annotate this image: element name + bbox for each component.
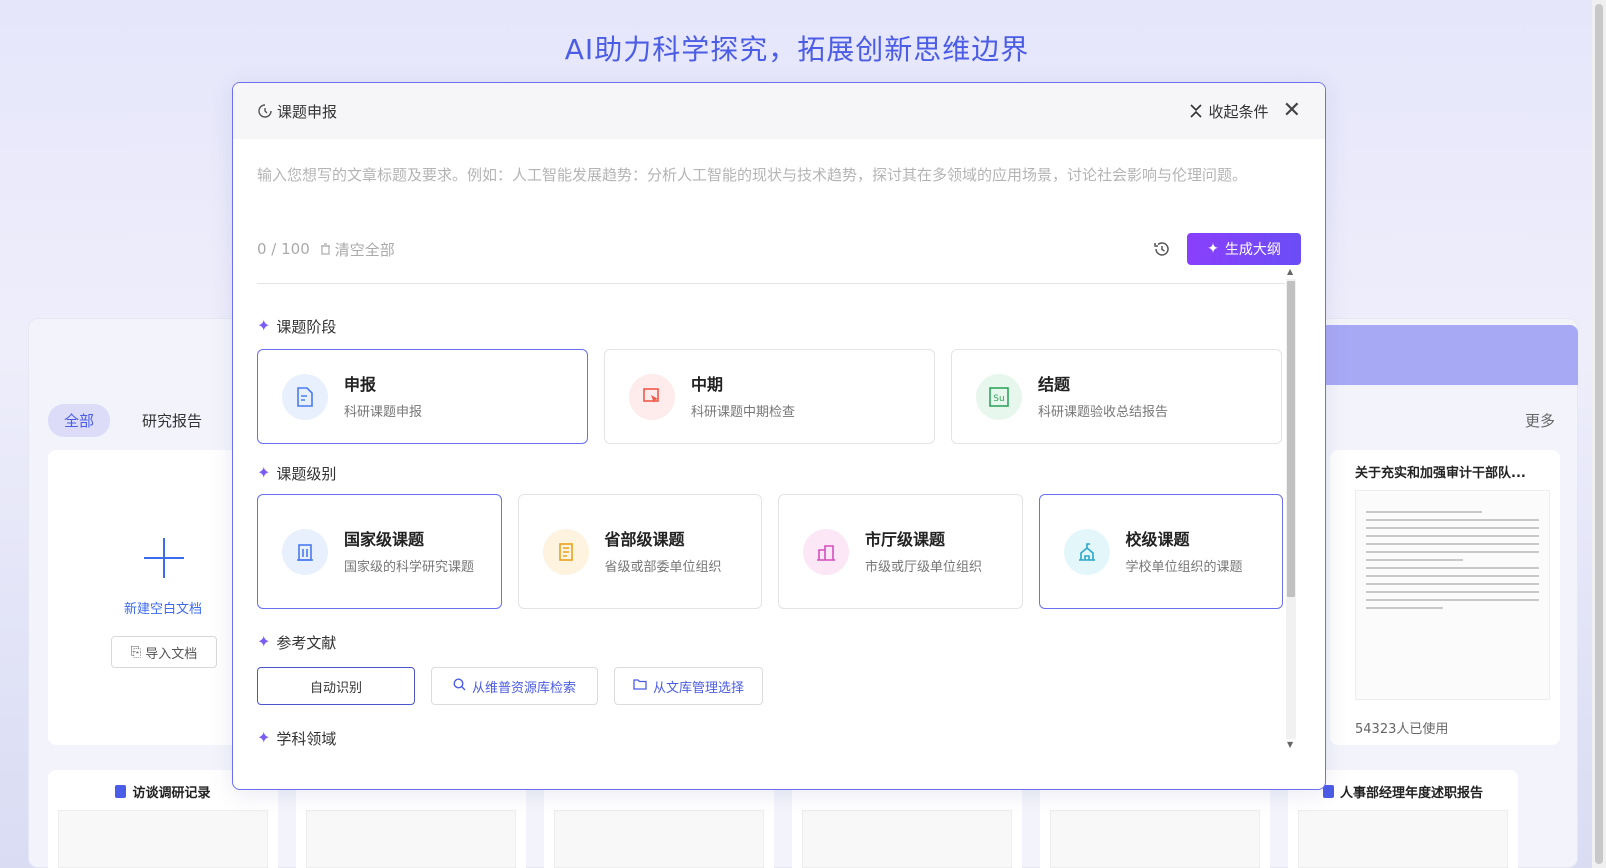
folder-icon	[633, 678, 647, 694]
stage-desc: 科研课题中期检查	[691, 404, 796, 420]
scroll-up-icon[interactable]: ▲	[1287, 267, 1293, 276]
ref-options: 自动识别 从维普资源库检索 从文库管理选择	[257, 667, 1283, 705]
level-option-municipal[interactable]: 市厅级课题 市级或厅级单位组织	[778, 494, 1023, 609]
import-icon: ⎘	[130, 644, 142, 660]
modal-title: 课题申报	[277, 102, 338, 121]
stage-option-conclusion[interactable]: Su 结题 科研课题验收总结报告	[951, 349, 1282, 444]
sparkle-icon: ✦	[257, 728, 271, 747]
ref-vip-search-button[interactable]: 从维普资源库检索	[431, 667, 598, 705]
level-name: 国家级课题	[344, 529, 425, 549]
section-stage: ✦ 课题阶段	[257, 315, 1283, 337]
prompt-placeholder: 输入您想写的文章标题及要求。例如：人工智能发展趋势：分析人工智能的现状与技术趋势…	[257, 166, 1248, 184]
level-desc: 国家级的科学研究课题	[344, 559, 475, 575]
collapse-icon	[1189, 104, 1202, 118]
section-level-title: 课题级别	[276, 464, 337, 483]
clear-all-button[interactable]: 清空全部	[320, 239, 395, 260]
generate-outline-button[interactable]: ✦ 生成大纲	[1187, 233, 1301, 265]
stage-options: 申报 科研课题申报 中期 科研课题中期检查 Su 结题 科研课题验收总结报告	[257, 349, 1283, 444]
stage-name: 中期	[691, 374, 724, 394]
stage-desc: 科研课题申报	[344, 404, 423, 420]
template-thumbnail	[802, 810, 1012, 868]
import-label: 导入文档	[145, 646, 198, 662]
section-field-title: 学科领域	[276, 729, 337, 748]
ref-label: 从文库管理选择	[652, 680, 744, 696]
level-option-provincial[interactable]: 省部级课题 省级或部委单位组织	[517, 494, 762, 609]
level-name: 市厅级课题	[865, 529, 946, 549]
svg-text:Su: Su	[993, 394, 1004, 404]
template-thumbnail	[554, 810, 764, 868]
generate-label: 生成大纲	[1224, 242, 1281, 258]
section-stage-title: 课题阶段	[276, 317, 337, 336]
more-link[interactable]: 更多	[1525, 410, 1555, 431]
file-icon	[282, 373, 328, 420]
template-thumbnail	[1355, 490, 1550, 700]
level-options: 国家级课题 国家级的科学研究课题 省部级课题 省级或部委单位组织 市厅级课题 市…	[257, 494, 1283, 609]
section-refs-title: 参考文献	[276, 633, 337, 652]
level-name: 省部级课题	[604, 529, 685, 549]
template-thumbnail	[1050, 810, 1260, 868]
level-desc: 市级或厅级单位组织	[865, 559, 983, 575]
template-thumbnail	[58, 810, 268, 868]
modal-header: 课题申报 收起条件 ✕	[233, 83, 1325, 139]
divider	[257, 283, 1285, 284]
level-option-national[interactable]: 国家级课题 国家级的科学研究课题	[257, 494, 502, 609]
page-scrollbar[interactable]	[1592, 0, 1606, 868]
scroll-down-icon[interactable]: ▼	[1287, 740, 1293, 749]
building-icon	[282, 528, 328, 575]
template-title: 关于充实和加强审计干部队...	[1355, 466, 1526, 481]
ref-auto-detect-button[interactable]: 自动识别	[257, 667, 415, 705]
ref-label: 从维普资源库检索	[471, 680, 576, 696]
history-icon[interactable]	[1153, 240, 1171, 258]
section-refs: ✦ 参考文献	[257, 631, 1283, 653]
topic-application-modal: 课题申报 收起条件 ✕ 输入您想写的文章标题及要求。例如：人工智能发展趋势：分析…	[232, 82, 1326, 790]
level-desc: 省级或部委单位组织	[604, 559, 722, 575]
prompt-textarea[interactable]: 输入您想写的文章标题及要求。例如：人工智能发展趋势：分析人工智能的现状与技术趋势…	[233, 139, 1325, 283]
collapse-conditions-button[interactable]: 收起条件	[1189, 101, 1269, 122]
stage-name: 结题	[1038, 374, 1071, 394]
ref-label: 自动识别	[309, 680, 362, 696]
char-counter: 0 / 100	[257, 240, 310, 258]
doc-icon	[115, 785, 127, 798]
level-option-school[interactable]: 校级课题 学校单位组织的课题	[1038, 494, 1283, 609]
stage-option-midterm[interactable]: 中期 科研课题中期检查	[604, 349, 935, 444]
su-icon: Su	[976, 373, 1022, 420]
stage-desc: 科研课题验收总结报告	[1038, 404, 1169, 420]
panel-accent-banner	[1320, 325, 1578, 385]
category-tabs: 全部 研究报告	[48, 404, 218, 437]
collapse-label: 收起条件	[1208, 102, 1269, 121]
sparkle-icon: ✦	[257, 632, 271, 651]
sparkle-icon: ✦	[257, 316, 271, 335]
template-thumbnail	[306, 810, 516, 868]
level-desc: 学校单位组织的课题	[1125, 559, 1243, 575]
tab-research-report[interactable]: 研究报告	[126, 404, 218, 437]
trash-icon	[320, 243, 330, 255]
magic-wand-icon: ✦	[1207, 241, 1219, 257]
clear-all-label: 清空全部	[334, 240, 395, 259]
section-field: ✦ 学科领域	[257, 727, 1283, 749]
template-usage-count: 54323人已使用	[1355, 722, 1449, 737]
tab-all[interactable]: 全部	[48, 404, 111, 437]
import-doc-button[interactable]: ⎘ 导入文档	[111, 636, 217, 668]
search-icon	[453, 677, 466, 695]
level-name: 校级课题	[1125, 529, 1190, 549]
office-icon	[803, 528, 849, 575]
template-card[interactable]: 关于充实和加强审计干部队... 54323人已使用	[1330, 450, 1560, 745]
template-thumbnail	[1298, 810, 1508, 868]
sparkle-icon: ✦	[257, 463, 271, 482]
close-icon[interactable]: ✕	[1283, 100, 1301, 122]
hero-title: AI助力科学探究，拓展创新思维边界	[564, 33, 1030, 66]
section-level: ✦ 课题级别	[257, 462, 1283, 484]
cursor-icon	[629, 373, 675, 420]
school-icon	[1063, 528, 1110, 575]
modal-scrollbar[interactable]: ▲ ▼	[1285, 267, 1297, 749]
stage-option-apply[interactable]: 申报 科研课题申报	[257, 349, 588, 444]
topic-icon	[258, 104, 272, 118]
plus-icon	[144, 538, 184, 578]
doc-icon	[1322, 785, 1334, 798]
tablet-icon	[542, 528, 589, 575]
conditions-body: ✦ 课题阶段 申报 科研课题申报 中期 科研课题中期检查 Su 结题 科研课题验…	[257, 295, 1283, 750]
stage-name: 申报	[344, 374, 377, 394]
ref-library-select-button[interactable]: 从文库管理选择	[614, 667, 763, 705]
